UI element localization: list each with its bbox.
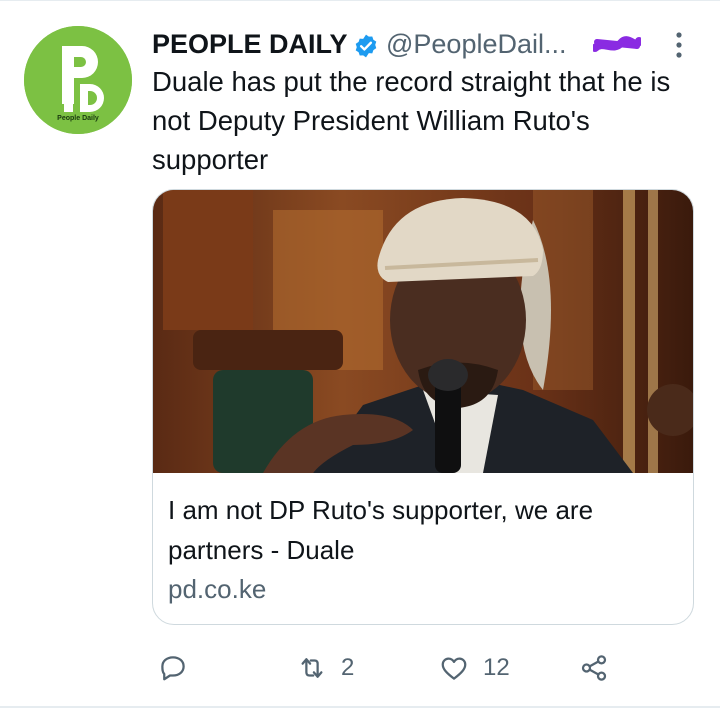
author-name[interactable]: PEOPLE DAILY [152,29,348,60]
tweet-header: PEOPLE DAILY @PeopleDail... [152,24,692,64]
heart-icon [441,657,467,680]
reply-button[interactable] [158,646,202,690]
retweet-count: 2 [341,654,355,681]
more-options-icon[interactable] [672,30,686,60]
like-button[interactable]: 12 [439,646,510,690]
retweet-button[interactable]: 2 [297,646,354,690]
tweet-actions: 2 12 [152,646,692,690]
logo-caption: People Daily [57,115,99,122]
share-icon [581,655,607,681]
retweet-icon [301,658,323,678]
link-card[interactable]: I am not DP Ruto's supporter, we are par… [152,189,694,625]
card-domain: pd.co.ke [168,574,267,604]
avatar[interactable]: People Daily [24,26,132,134]
card-image [153,190,693,473]
redaction-scribble [593,36,641,52]
author-handle[interactable]: @PeopleDail... [386,29,567,60]
reply-icon [161,656,185,681]
tweet-text: Duale has put the record straight that h… [152,66,671,175]
card-title: I am not DP Ruto's supporter, we are par… [168,495,594,565]
verified-badge-icon [355,34,377,58]
share-button[interactable] [579,646,609,690]
top-divider [0,0,720,1]
like-count: 12 [483,654,510,681]
